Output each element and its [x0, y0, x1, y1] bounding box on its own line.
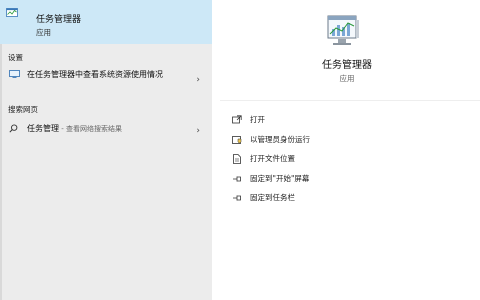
task-manager-icon — [6, 8, 18, 17]
preview-pane: 任务管理器 应用 打开 以管理员身份运行 打开文件位置 固定到"开始"屏幕 固定… — [220, 0, 480, 300]
action-open-label: 打开 — [250, 115, 265, 124]
action-pin-to-taskbar-label: 固定到任务栏 — [250, 193, 295, 202]
file-location-icon — [233, 154, 241, 164]
search-window: 任务管理器 应用 设置 在任务管理器中查看系统资源使用情况 › 搜索网页 任务管… — [0, 0, 480, 300]
action-run-as-admin[interactable]: 以管理员身份运行 — [232, 133, 462, 147]
task-manager-icon — [327, 15, 359, 45]
open-icon — [232, 115, 242, 124]
settings-result-item[interactable]: 在任务管理器中查看系统资源使用情况 › — [0, 66, 212, 96]
web-result-label: 任务管理 - 查看网络搜索结果 — [27, 122, 187, 136]
web-result-item[interactable]: 任务管理 - 查看网络搜索结果 › — [0, 119, 212, 139]
left-scroll-strip — [0, 0, 2, 300]
web-section-label: 搜索网页 — [8, 105, 38, 114]
action-open[interactable]: 打开 — [232, 113, 462, 127]
web-search-term: 任务管理 — [27, 124, 59, 133]
preview-title: 任务管理器 — [322, 60, 372, 71]
chevron-right-icon[interactable]: › — [196, 126, 200, 136]
chevron-right-icon[interactable]: › — [196, 75, 200, 85]
results-pane: 任务管理器 应用 设置 在任务管理器中查看系统资源使用情况 › 搜索网页 任务管… — [0, 0, 212, 300]
action-open-file-location-label: 打开文件位置 — [250, 154, 295, 163]
settings-section-label: 设置 — [8, 53, 23, 62]
preview-subtitle: 应用 — [339, 74, 355, 83]
action-open-file-location[interactable]: 打开文件位置 — [232, 152, 462, 166]
best-match-item[interactable]: 任务管理器 应用 — [0, 0, 212, 44]
shield-run-icon — [232, 136, 242, 144]
settings-result-label: 在任务管理器中查看系统资源使用情况 — [27, 70, 163, 79]
search-icon — [9, 124, 18, 133]
web-result-suffix: - 查看网络搜索结果 — [59, 125, 122, 133]
best-match-title: 任务管理器 — [36, 15, 82, 25]
monitor-icon — [9, 70, 20, 78]
pin-icon — [233, 176, 241, 182]
best-match-subtitle: 应用 — [36, 28, 51, 37]
divider — [220, 100, 480, 101]
pin-icon — [233, 195, 241, 201]
action-pin-to-start[interactable]: 固定到"开始"屏幕 — [232, 172, 462, 186]
action-run-as-admin-label: 以管理员身份运行 — [250, 135, 310, 144]
action-pin-to-taskbar[interactable]: 固定到任务栏 — [232, 191, 462, 205]
action-pin-to-start-label: 固定到"开始"屏幕 — [250, 174, 310, 183]
